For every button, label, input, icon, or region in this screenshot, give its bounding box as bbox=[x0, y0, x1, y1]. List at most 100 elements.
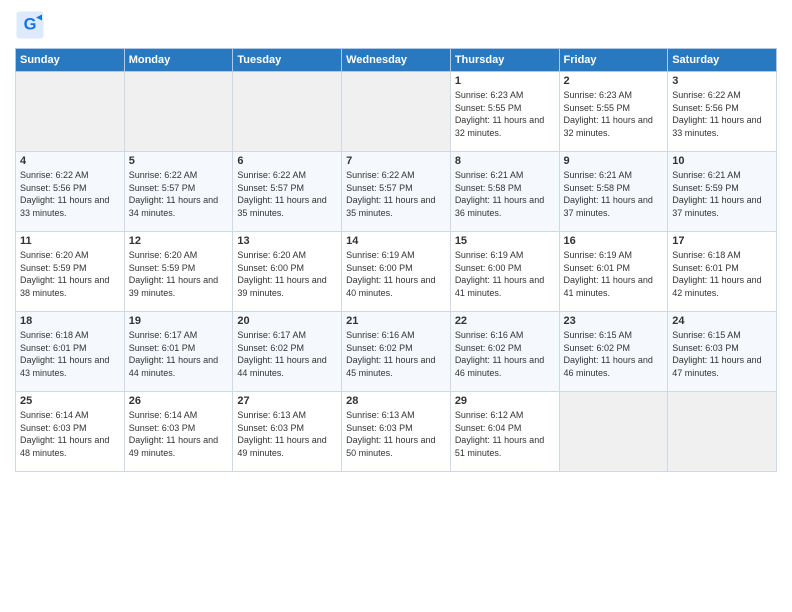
calendar-cell: 4 Sunrise: 6:22 AM Sunset: 5:56 PM Daylig… bbox=[16, 152, 125, 232]
day-number: 18 bbox=[20, 315, 120, 327]
day-number: 5 bbox=[129, 155, 229, 167]
calendar-table: SundayMondayTuesdayWednesdayThursdayFrid… bbox=[15, 48, 777, 472]
day-number: 6 bbox=[237, 155, 337, 167]
day-number: 24 bbox=[672, 315, 772, 327]
day-number: 22 bbox=[455, 315, 555, 327]
day-number: 29 bbox=[455, 395, 555, 407]
calendar-cell bbox=[16, 72, 125, 152]
calendar-week-row: 1 Sunrise: 6:23 AM Sunset: 5:55 PM Daylig… bbox=[16, 72, 777, 152]
calendar-cell: 25 Sunrise: 6:14 AM Sunset: 6:03 PM Dayli… bbox=[16, 392, 125, 472]
day-number: 14 bbox=[346, 235, 446, 247]
calendar-cell: 8Sunrise: 6:21 AM Sunset: 5:58 PM Daylig… bbox=[450, 152, 559, 232]
day-info: Sunrise: 6:14 AM Sunset: 6:03 PM Dayligh… bbox=[20, 409, 120, 459]
calendar-cell: 22 Sunrise: 6:16 AM Sunset: 6:02 PM Dayli… bbox=[450, 312, 559, 392]
calendar-week-row: 11 Sunrise: 6:20 AM Sunset: 5:59 PM Dayli… bbox=[16, 232, 777, 312]
day-info: Sunrise: 6:13 AM Sunset: 6:03 PM Dayligh… bbox=[237, 409, 337, 459]
day-number: 28 bbox=[346, 395, 446, 407]
day-info: Sunrise: 6:22 AM Sunset: 5:57 PM Dayligh… bbox=[129, 169, 229, 219]
day-number: 21 bbox=[346, 315, 446, 327]
calendar-header-row: SundayMondayTuesdayWednesdayThursdayFrid… bbox=[16, 49, 777, 72]
day-info: Sunrise: 6:21 AM Sunset: 5:59 PM Dayligh… bbox=[672, 169, 772, 219]
day-info: Sunrise: 6:22 AM Sunset: 5:56 PM Dayligh… bbox=[20, 169, 120, 219]
day-number: 3 bbox=[672, 75, 772, 87]
calendar-cell: 20 Sunrise: 6:17 AM Sunset: 6:02 PM Dayli… bbox=[233, 312, 342, 392]
day-info: Sunrise: 6:23 AM Sunset: 5:55 PM Dayligh… bbox=[455, 89, 555, 139]
day-number: 25 bbox=[20, 395, 120, 407]
day-info: Sunrise: 6:16 AM Sunset: 6:02 PM Dayligh… bbox=[455, 329, 555, 379]
day-info: Sunrise: 6:17 AM Sunset: 6:02 PM Dayligh… bbox=[237, 329, 337, 379]
calendar-week-row: 4 Sunrise: 6:22 AM Sunset: 5:56 PM Daylig… bbox=[16, 152, 777, 232]
calendar-cell: 28 Sunrise: 6:13 AM Sunset: 6:03 PM Dayli… bbox=[342, 392, 451, 472]
calendar-cell: 2 Sunrise: 6:23 AM Sunset: 5:55 PM Daylig… bbox=[559, 72, 668, 152]
day-info: Sunrise: 6:23 AM Sunset: 5:55 PM Dayligh… bbox=[564, 89, 664, 139]
header-day-sunday: Sunday bbox=[16, 49, 125, 72]
calendar-cell: 19 Sunrise: 6:17 AM Sunset: 6:01 PM Dayli… bbox=[124, 312, 233, 392]
calendar-cell: 23Sunrise: 6:15 AM Sunset: 6:02 PM Dayli… bbox=[559, 312, 668, 392]
calendar-cell: 27 Sunrise: 6:13 AM Sunset: 6:03 PM Dayli… bbox=[233, 392, 342, 472]
day-info: Sunrise: 6:19 AM Sunset: 6:01 PM Dayligh… bbox=[564, 249, 664, 299]
day-info: Sunrise: 6:13 AM Sunset: 6:03 PM Dayligh… bbox=[346, 409, 446, 459]
day-info: Sunrise: 6:16 AM Sunset: 6:02 PM Dayligh… bbox=[346, 329, 446, 379]
day-number: 26 bbox=[129, 395, 229, 407]
day-info: Sunrise: 6:19 AM Sunset: 6:00 PM Dayligh… bbox=[455, 249, 555, 299]
day-number: 10 bbox=[672, 155, 772, 167]
day-info: Sunrise: 6:21 AM Sunset: 5:58 PM Dayligh… bbox=[564, 169, 664, 219]
header: G bbox=[15, 10, 777, 40]
header-day-saturday: Saturday bbox=[668, 49, 777, 72]
day-number: 9 bbox=[564, 155, 664, 167]
day-info: Sunrise: 6:15 AM Sunset: 6:02 PM Dayligh… bbox=[564, 329, 664, 379]
day-number: 12 bbox=[129, 235, 229, 247]
header-day-monday: Monday bbox=[124, 49, 233, 72]
calendar-cell: 3 Sunrise: 6:22 AM Sunset: 5:56 PM Daylig… bbox=[668, 72, 777, 152]
day-info: Sunrise: 6:18 AM Sunset: 6:01 PM Dayligh… bbox=[20, 329, 120, 379]
day-number: 17 bbox=[672, 235, 772, 247]
calendar-cell: 9 Sunrise: 6:21 AM Sunset: 5:58 PM Daylig… bbox=[559, 152, 668, 232]
page: G SundayMondayTuesdayWednesdayThursdayFr… bbox=[0, 0, 792, 612]
day-info: Sunrise: 6:12 AM Sunset: 6:04 PM Dayligh… bbox=[455, 409, 555, 459]
day-number: 7 bbox=[346, 155, 446, 167]
day-info: Sunrise: 6:22 AM Sunset: 5:56 PM Dayligh… bbox=[672, 89, 772, 139]
day-info: Sunrise: 6:22 AM Sunset: 5:57 PM Dayligh… bbox=[237, 169, 337, 219]
day-info: Sunrise: 6:21 AM Sunset: 5:58 PM Dayligh… bbox=[455, 169, 555, 219]
logo: G bbox=[15, 10, 47, 40]
calendar-week-row: 25 Sunrise: 6:14 AM Sunset: 6:03 PM Dayli… bbox=[16, 392, 777, 472]
day-info: Sunrise: 6:17 AM Sunset: 6:01 PM Dayligh… bbox=[129, 329, 229, 379]
svg-text:G: G bbox=[24, 16, 37, 34]
calendar-cell: 16 Sunrise: 6:19 AM Sunset: 6:01 PM Dayli… bbox=[559, 232, 668, 312]
day-number: 4 bbox=[20, 155, 120, 167]
day-info: Sunrise: 6:19 AM Sunset: 6:00 PM Dayligh… bbox=[346, 249, 446, 299]
header-day-tuesday: Tuesday bbox=[233, 49, 342, 72]
calendar-cell: 29 Sunrise: 6:12 AM Sunset: 6:04 PM Dayli… bbox=[450, 392, 559, 472]
day-info: Sunrise: 6:20 AM Sunset: 5:59 PM Dayligh… bbox=[20, 249, 120, 299]
calendar-cell: 11 Sunrise: 6:20 AM Sunset: 5:59 PM Dayli… bbox=[16, 232, 125, 312]
day-number: 13 bbox=[237, 235, 337, 247]
calendar-cell: 6 Sunrise: 6:22 AM Sunset: 5:57 PM Daylig… bbox=[233, 152, 342, 232]
header-day-thursday: Thursday bbox=[450, 49, 559, 72]
day-info: Sunrise: 6:14 AM Sunset: 6:03 PM Dayligh… bbox=[129, 409, 229, 459]
calendar-cell: 1 Sunrise: 6:23 AM Sunset: 5:55 PM Daylig… bbox=[450, 72, 559, 152]
calendar-cell bbox=[233, 72, 342, 152]
day-info: Sunrise: 6:20 AM Sunset: 6:00 PM Dayligh… bbox=[237, 249, 337, 299]
day-info: Sunrise: 6:15 AM Sunset: 6:03 PM Dayligh… bbox=[672, 329, 772, 379]
calendar-cell bbox=[559, 392, 668, 472]
day-number: 11 bbox=[20, 235, 120, 247]
header-day-wednesday: Wednesday bbox=[342, 49, 451, 72]
day-number: 20 bbox=[237, 315, 337, 327]
day-number: 1 bbox=[455, 75, 555, 87]
day-number: 16 bbox=[564, 235, 664, 247]
day-number: 19 bbox=[129, 315, 229, 327]
calendar-cell: 21 Sunrise: 6:16 AM Sunset: 6:02 PM Dayli… bbox=[342, 312, 451, 392]
day-number: 15 bbox=[455, 235, 555, 247]
day-info: Sunrise: 6:20 AM Sunset: 5:59 PM Dayligh… bbox=[129, 249, 229, 299]
calendar-cell: 5 Sunrise: 6:22 AM Sunset: 5:57 PM Daylig… bbox=[124, 152, 233, 232]
calendar-cell: 15 Sunrise: 6:19 AM Sunset: 6:00 PM Dayli… bbox=[450, 232, 559, 312]
day-number: 2 bbox=[564, 75, 664, 87]
calendar-cell bbox=[668, 392, 777, 472]
calendar-cell: 24 Sunrise: 6:15 AM Sunset: 6:03 PM Dayli… bbox=[668, 312, 777, 392]
calendar-cell: 26 Sunrise: 6:14 AM Sunset: 6:03 PM Dayli… bbox=[124, 392, 233, 472]
calendar-cell: 14 Sunrise: 6:19 AM Sunset: 6:00 PM Dayli… bbox=[342, 232, 451, 312]
calendar-cell: 12 Sunrise: 6:20 AM Sunset: 5:59 PM Dayli… bbox=[124, 232, 233, 312]
day-number: 27 bbox=[237, 395, 337, 407]
header-day-friday: Friday bbox=[559, 49, 668, 72]
calendar-cell: 10 Sunrise: 6:21 AM Sunset: 5:59 PM Dayli… bbox=[668, 152, 777, 232]
